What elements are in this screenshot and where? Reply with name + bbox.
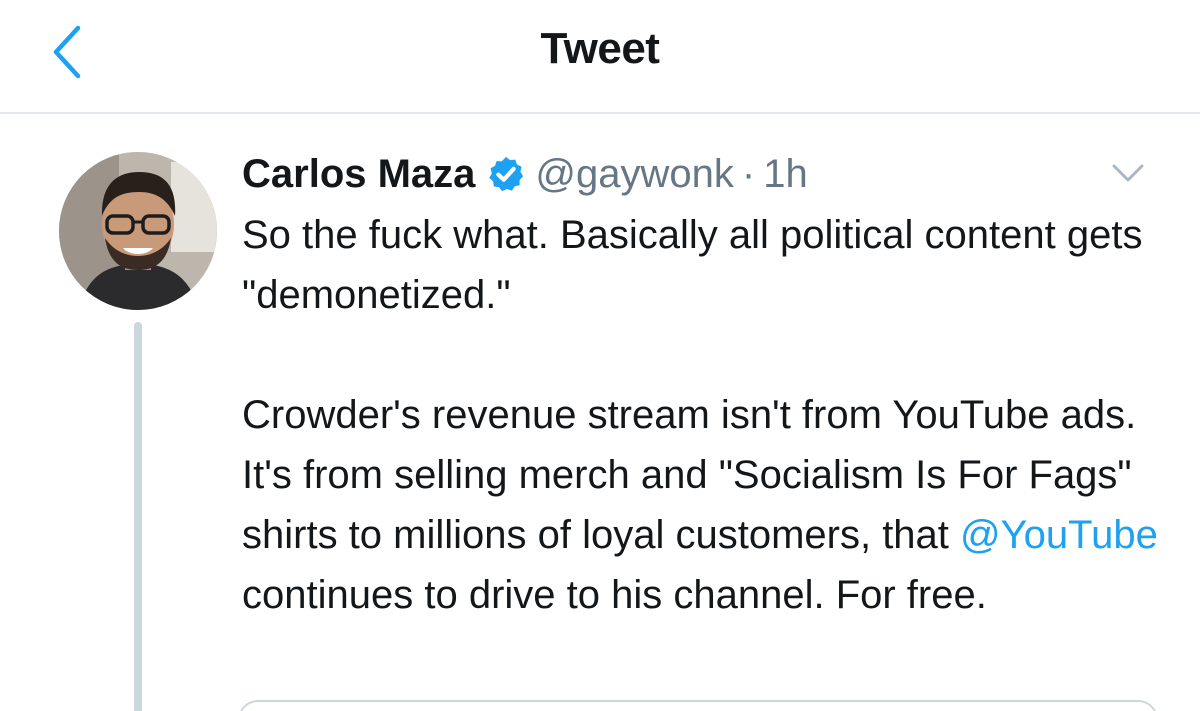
author-display-name[interactable]: Carlos Maza (242, 152, 475, 197)
thread-connector-line (134, 322, 142, 711)
mention-link[interactable]: @YouTube (960, 513, 1158, 557)
tweet-options-button[interactable] (1108, 156, 1148, 192)
tweet-text: So the fuck what. Basically all politica… (242, 205, 1172, 625)
profile-photo (59, 152, 217, 310)
tweet-timestamp[interactable]: 1h (763, 152, 808, 197)
tweet-author-row: Carlos Maza @gaywonk · 1h (242, 146, 808, 202)
page-title: Tweet (540, 24, 660, 73)
separator-dot: · (741, 151, 756, 196)
tweet-paragraph: Crowder's revenue stream isn't from YouT… (242, 385, 1172, 625)
chevron-down-icon (1112, 164, 1144, 182)
navigation-header: Tweet (0, 0, 1200, 114)
tweet-paragraph: So the fuck what. Basically all politica… (242, 213, 1143, 317)
verified-badge-icon (487, 155, 525, 193)
tweet-detail-screen: Tweet Carlos Maza @gaywonk · 1h So the f… (0, 0, 1200, 711)
avatar[interactable] (59, 152, 217, 310)
author-handle[interactable]: @gaywonk (535, 152, 733, 197)
quoted-tweet-card[interactable] (238, 700, 1158, 711)
tweet-text-segment: continues to drive to his channel. For f… (242, 573, 987, 617)
